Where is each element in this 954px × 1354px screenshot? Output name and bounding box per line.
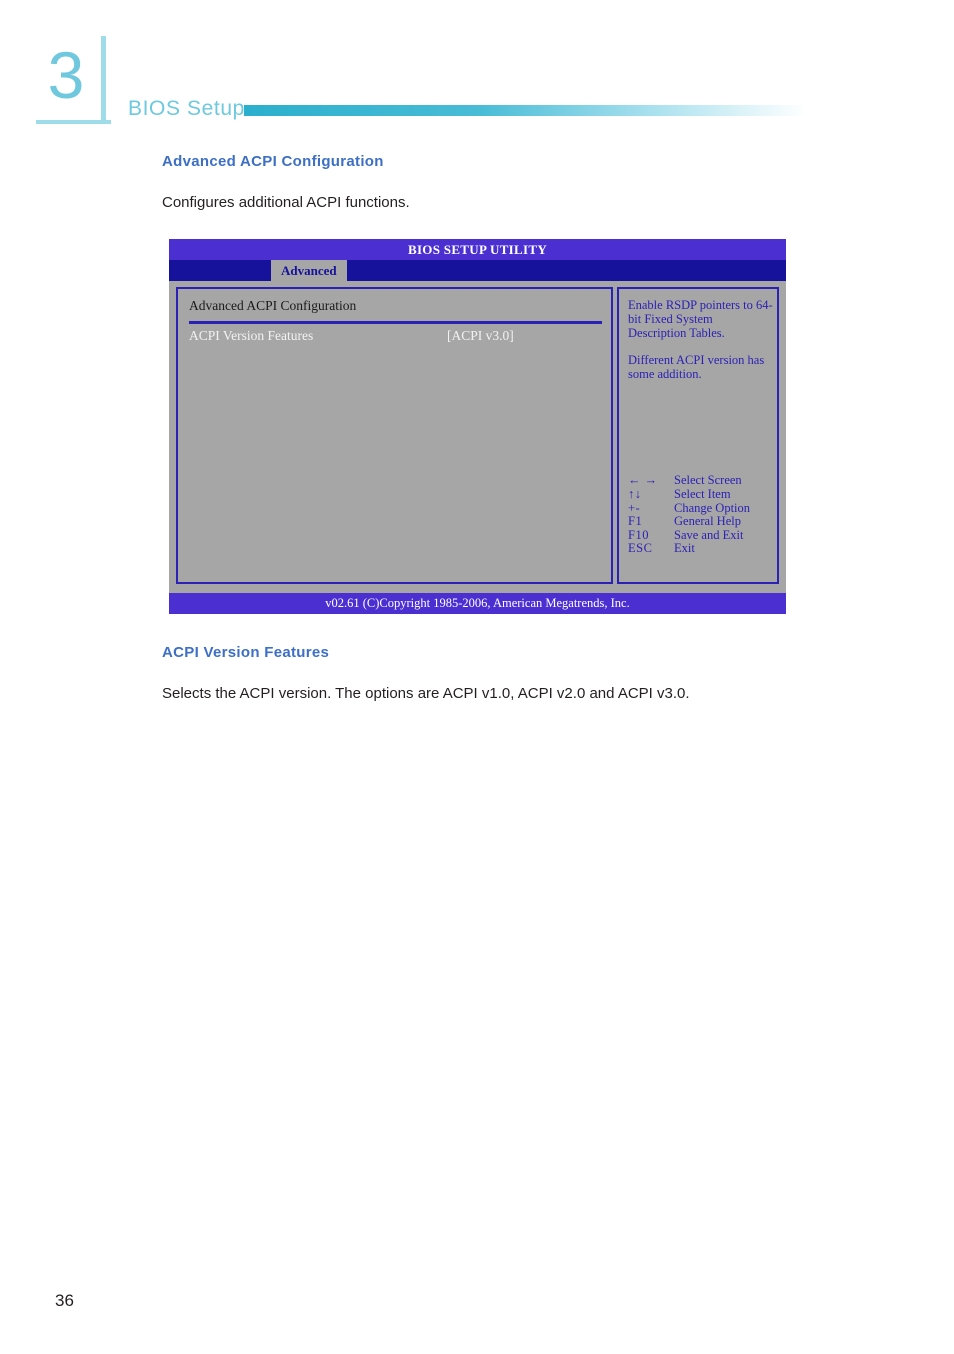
bios-setting-value[interactable]: [ACPI v3.0]	[447, 328, 514, 344]
section-heading-advanced-acpi-configuration: Advanced ACPI Configuration	[162, 153, 384, 170]
legend-item: ESC Exit	[628, 542, 776, 556]
bios-help-paragraph: Different ACPI version has some addition…	[628, 352, 765, 381]
legend-item: ↑↓ Select Item	[628, 487, 776, 502]
legend-action-save-and-exit: Save and Exit	[674, 527, 744, 542]
legend-action-general-help: General Help	[674, 514, 741, 529]
bios-key-legend: ← → Select Screen ↑↓ Select Item +- Chan…	[628, 474, 776, 556]
chapter-header: 3 BIOS Setup	[0, 0, 954, 140]
legend-item: +- Change Option	[628, 500, 776, 516]
section-heading-acpi-version-features: ACPI Version Features	[162, 644, 330, 661]
bios-main-pane: Advanced ACPI Configuration ACPI Version…	[176, 287, 613, 584]
legend-action-exit: Exit	[674, 541, 695, 556]
legend-key-plus-minus: +-	[628, 500, 641, 515]
bios-help-paragraph: Enable RSDP pointers to 64-bit Fixed Sys…	[628, 298, 773, 341]
bios-title-bar: BIOS SETUP UTILITY	[169, 239, 786, 260]
legend-key-f10: F10	[628, 527, 649, 542]
legend-item: ← → Select Screen	[628, 474, 776, 488]
bios-setting-label: ACPI Version Features	[189, 328, 314, 343]
bios-body: Advanced ACPI Configuration ACPI Version…	[169, 281, 786, 593]
bios-group-divider	[189, 321, 602, 324]
legend-key-f1: F1	[628, 514, 643, 529]
bios-help-text: Enable RSDP pointers to 64-bit Fixed Sys…	[628, 298, 774, 381]
section-paragraph-acpi-version-features: Selects the ACPI version. The options ar…	[162, 685, 690, 702]
bios-setting-row[interactable]: ACPI Version Features [ACPI v3.0]	[189, 328, 602, 348]
bios-tab-advanced[interactable]: Advanced	[271, 260, 347, 281]
bios-menu-bar: Advanced	[169, 260, 786, 281]
legend-key-arrows-horizontal: ← →	[628, 473, 658, 488]
bios-footer-copyright: v02.61 (C)Copyright 1985-2006, American …	[169, 593, 786, 614]
chapter-badge-vertical-rule	[101, 36, 106, 120]
legend-action-select-screen: Select Screen	[674, 473, 742, 488]
chapter-accent-bar	[244, 105, 806, 116]
legend-action-select-item: Select Item	[674, 487, 731, 502]
chapter-badge: 3	[36, 36, 111, 124]
chapter-number: 3	[47, 38, 85, 112]
legend-item: F10 Save and Exit	[628, 527, 776, 543]
legend-key-esc: ESC	[628, 541, 653, 556]
page-number: 36	[55, 1291, 74, 1310]
bios-setup-utility-screenshot: BIOS SETUP UTILITY Advanced Advanced ACP…	[169, 239, 786, 614]
bios-help-pane: Enable RSDP pointers to 64-bit Fixed Sys…	[617, 287, 779, 584]
bios-group-title: Advanced ACPI Configuration	[189, 298, 357, 313]
chapter-title: BIOS Setup	[128, 97, 245, 120]
legend-item: F1 General Help	[628, 515, 776, 529]
legend-key-arrows-vertical: ↑↓	[628, 487, 642, 502]
legend-action-change-option: Change Option	[674, 500, 751, 515]
chapter-badge-horizontal-rule	[36, 120, 111, 124]
section-paragraph-advanced-acpi-configuration: Configures additional ACPI functions.	[162, 194, 410, 211]
